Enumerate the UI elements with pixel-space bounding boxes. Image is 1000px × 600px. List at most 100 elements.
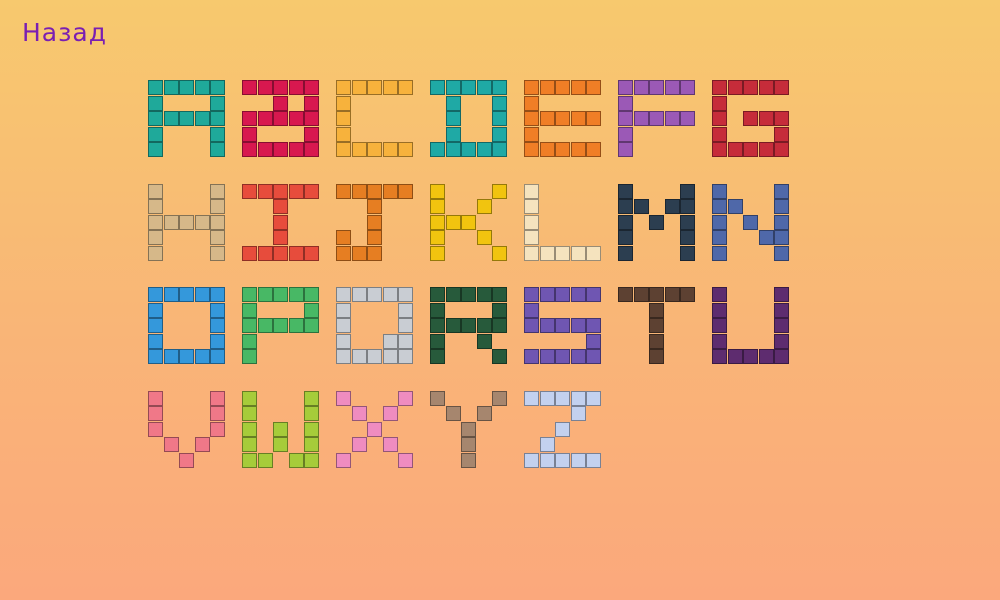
letter-pixel xyxy=(273,437,288,452)
letter-pixel xyxy=(570,406,586,421)
letter-pixel xyxy=(492,287,507,302)
letter-pixel xyxy=(649,318,664,333)
letter-j[interactable]: J xyxy=(336,183,414,262)
letter-pixel xyxy=(492,142,507,157)
letter-s[interactable]: S xyxy=(524,287,602,365)
letter-pixel xyxy=(524,95,539,111)
letter-pixel xyxy=(273,95,288,111)
letter-w[interactable]: W xyxy=(242,390,320,469)
letter-u[interactable]: U xyxy=(712,287,790,365)
letter-r[interactable]: R xyxy=(430,287,508,365)
letter-pixel xyxy=(194,287,210,302)
letter-pixel xyxy=(430,318,445,333)
letter-pixel xyxy=(210,245,225,261)
letter-pixel xyxy=(492,302,507,318)
letter-pixel xyxy=(539,452,555,468)
letter-pixel xyxy=(539,318,555,333)
letter-pixel xyxy=(430,183,445,199)
letter-d[interactable]: D xyxy=(430,80,508,158)
letter-a[interactable]: A xyxy=(148,80,226,158)
letter-pixel xyxy=(288,80,304,95)
letter-pixel xyxy=(492,183,507,199)
letter-z[interactable]: Z xyxy=(524,390,602,469)
letter-pixel xyxy=(148,390,163,406)
letter-pixel xyxy=(382,80,398,95)
letter-pixel xyxy=(336,302,351,318)
letter-t[interactable]: T xyxy=(618,287,696,365)
letter-pixel xyxy=(680,245,695,261)
letter-pixel xyxy=(492,126,507,142)
letter-e[interactable]: E xyxy=(524,80,602,158)
letter-pixel xyxy=(492,95,507,111)
letter-pixel xyxy=(649,111,664,126)
letter-i[interactable]: I xyxy=(242,183,320,262)
letter-pixel xyxy=(242,302,257,318)
letter-pixel xyxy=(476,80,492,95)
letter-pixel xyxy=(618,95,633,111)
letter-pixel xyxy=(194,437,210,452)
letter-pixel xyxy=(382,333,398,349)
letter-pixel xyxy=(461,287,476,302)
letter-pixel xyxy=(382,437,398,452)
letter-pixel xyxy=(148,245,163,261)
letter-pixel xyxy=(288,452,304,468)
letter-pixel xyxy=(336,80,351,95)
letter-l[interactable]: L xyxy=(524,183,602,262)
letter-pixel xyxy=(242,390,257,406)
letter-pixel xyxy=(242,287,257,302)
letter-g[interactable]: G xyxy=(712,80,790,158)
letter-m[interactable]: M xyxy=(618,183,696,262)
letter-pixel xyxy=(618,245,633,261)
letter-pixel xyxy=(586,142,601,157)
letter-pixel xyxy=(257,452,273,468)
letter-y[interactable]: Y xyxy=(430,390,508,469)
letter-h[interactable]: H xyxy=(148,183,226,262)
letter-v[interactable]: V xyxy=(148,390,226,469)
letter-pixel xyxy=(179,214,194,230)
letter-pixel xyxy=(210,95,225,111)
letter-o[interactable]: O xyxy=(148,287,226,365)
letter-n[interactable]: N xyxy=(712,183,790,262)
letter-pixel xyxy=(148,349,163,364)
letter-f[interactable]: F xyxy=(618,80,696,158)
letter-pixel xyxy=(680,230,695,245)
letter-pixel xyxy=(445,214,461,230)
letter-pixel xyxy=(555,80,570,95)
letter-pixel xyxy=(743,80,758,95)
letter-pixel xyxy=(273,214,288,230)
letter-pixel xyxy=(336,452,351,468)
letter-pixel xyxy=(524,302,539,318)
letter-p[interactable]: P xyxy=(242,287,320,365)
letter-pixel xyxy=(555,349,570,364)
letter-pixel xyxy=(476,318,492,333)
letter-pixel xyxy=(382,349,398,364)
letter-pixel xyxy=(430,199,445,214)
letter-pixel xyxy=(336,349,351,364)
letter-x[interactable]: X xyxy=(336,390,414,469)
letter-pixel xyxy=(430,80,445,95)
letter-pixel xyxy=(524,245,539,261)
letter-q[interactable]: Q xyxy=(336,287,414,365)
letter-pixel xyxy=(367,245,382,261)
letter-pixel xyxy=(476,287,492,302)
letter-pixel xyxy=(273,142,288,157)
letter-pixel xyxy=(712,318,727,333)
letter-pixel xyxy=(336,126,351,142)
letter-pixel xyxy=(242,437,257,452)
letter-pixel xyxy=(304,183,319,199)
letter-pixel xyxy=(774,245,789,261)
letter-pixel xyxy=(179,349,194,364)
letter-pixel xyxy=(148,95,163,111)
letter-pixel xyxy=(367,287,382,302)
letter-pixel xyxy=(367,199,382,214)
letter-pixel xyxy=(774,142,789,157)
letter-b[interactable]: B xyxy=(242,80,320,158)
letter-pixel xyxy=(257,287,273,302)
letter-c[interactable]: C xyxy=(336,80,414,158)
letter-pixel xyxy=(461,214,476,230)
letter-pixel xyxy=(351,142,367,157)
letter-k[interactable]: K xyxy=(430,183,508,262)
letter-pixel xyxy=(382,406,398,421)
letter-pixel xyxy=(492,111,507,126)
letter-pixel xyxy=(758,349,774,364)
